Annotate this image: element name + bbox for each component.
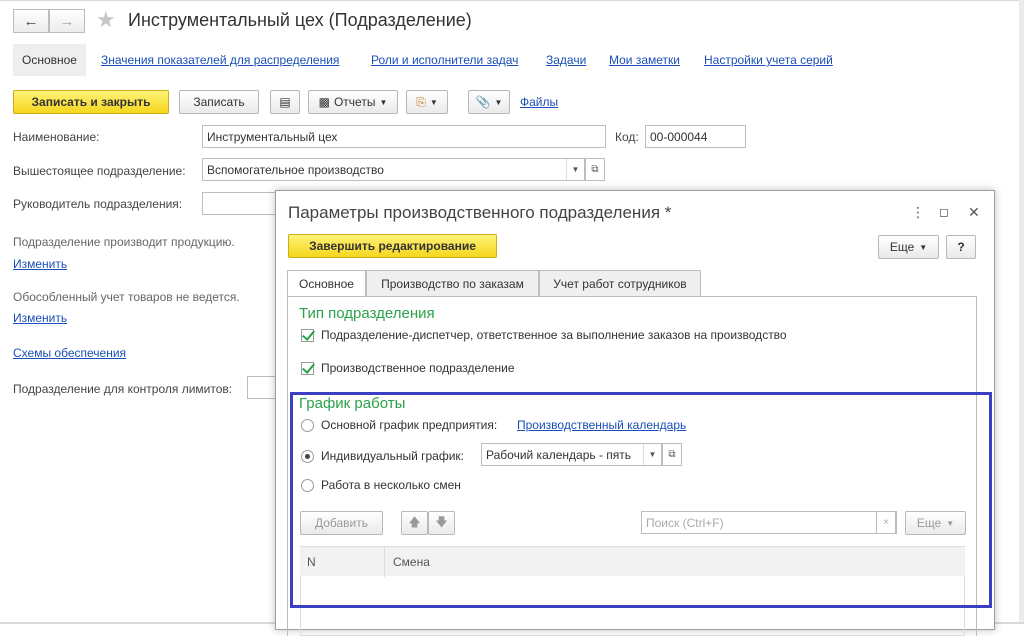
type-section-title: Тип подразделения (299, 305, 435, 322)
reports-button[interactable]: ▩ Отчеты ▼ (308, 90, 398, 114)
document-list-icon: ▤ (279, 95, 291, 109)
chevron-down-icon: ▼ (379, 97, 388, 107)
tab-tasks[interactable]: Задачи (546, 53, 586, 67)
dialog-tab-staff[interactable]: Учет работ сотрудников (539, 270, 701, 296)
help-button[interactable]: ? (946, 235, 976, 259)
chevron-down-icon: ▼ (919, 242, 928, 252)
change-link-2[interactable]: Изменить (13, 311, 67, 325)
maximize-icon[interactable]: ◻ (939, 205, 949, 219)
production-checkbox[interactable] (301, 362, 314, 375)
save-close-button[interactable]: Записать и закрыть (13, 90, 169, 114)
save-button[interactable]: Записать (179, 90, 259, 114)
favorite-star-icon[interactable]: ★ (96, 7, 116, 33)
produces-text: Подразделение производит продукцию. (13, 235, 235, 249)
more-vertical-icon[interactable]: ⋮ (911, 204, 925, 221)
dispatcher-checkbox[interactable] (301, 329, 314, 342)
parent-input[interactable]: Вспомогательное производство ▼ (202, 158, 585, 181)
separate-text: Обособленный учет товаров не ведется. (13, 290, 240, 304)
back-button[interactable]: ← (13, 9, 49, 33)
production-label: Производственное подразделение (321, 361, 515, 375)
close-icon[interactable]: ✕ (968, 204, 980, 221)
tab-roles[interactable]: Роли и исполнители задач (371, 53, 518, 67)
code-input[interactable]: 00-000044 (645, 125, 746, 148)
more-label: Еще (889, 240, 915, 254)
tab-indicators[interactable]: Значения показателей для распределения (101, 53, 339, 67)
print-button[interactable]: ⎘ ▼ (406, 90, 448, 114)
files-link[interactable]: Файлы (520, 95, 558, 109)
code-label: Код: (615, 130, 639, 144)
print-icon: ⎘ (416, 94, 426, 109)
head-input[interactable] (202, 192, 282, 215)
paperclip-icon: 📎 (475, 95, 491, 109)
forward-button[interactable]: → (49, 9, 85, 33)
dispatcher-label: Подразделение-диспетчер, ответственное з… (321, 328, 787, 342)
tab-series[interactable]: Настройки учета серий (704, 53, 833, 67)
limits-label: Подразделение для контроля лимитов: (13, 382, 233, 396)
reports-label: Отчеты (333, 95, 376, 109)
list-button[interactable]: ▤ (270, 90, 300, 114)
tab-notes[interactable]: Мои заметки (609, 53, 680, 67)
head-label: Руководитель подразделения: (13, 197, 183, 211)
attach-button[interactable]: 📎 ▼ (468, 90, 510, 114)
window-title: Инструментальный цех (Подразделение) (128, 10, 472, 30)
arrow-right-icon: → (59, 12, 75, 30)
chevron-down-icon: ▼ (494, 97, 503, 107)
parent-value: Вспомогательное производство (207, 162, 384, 177)
more-button[interactable]: Еще ▼ (878, 235, 939, 259)
name-input[interactable]: Инструментальный цех (202, 125, 606, 148)
name-label: Наименование: (13, 130, 100, 144)
chevron-down-icon[interactable]: ▼ (566, 159, 584, 180)
finish-editing-button[interactable]: Завершить редактирование (288, 234, 497, 258)
change-link-1[interactable]: Изменить (13, 257, 67, 271)
chevron-down-icon: ▼ (429, 97, 438, 107)
dialog-title: Параметры производственного подразделени… (288, 203, 672, 222)
open-parent-button[interactable]: ⧉ (585, 158, 605, 181)
dialog-tab-orders[interactable]: Производство по заказам (366, 270, 539, 296)
schemes-link[interactable]: Схемы обеспечения (13, 346, 126, 360)
parent-label: Вышестоящее подразделение: (13, 164, 186, 178)
tab-main[interactable]: Основное (13, 44, 86, 76)
open-window-icon: ⧉ (591, 164, 599, 175)
schedule-highlight-frame (290, 392, 992, 608)
dialog-tab-main[interactable]: Основное (287, 270, 366, 297)
arrow-left-icon: ← (23, 12, 39, 30)
report-icon: ▩ (318, 95, 330, 109)
